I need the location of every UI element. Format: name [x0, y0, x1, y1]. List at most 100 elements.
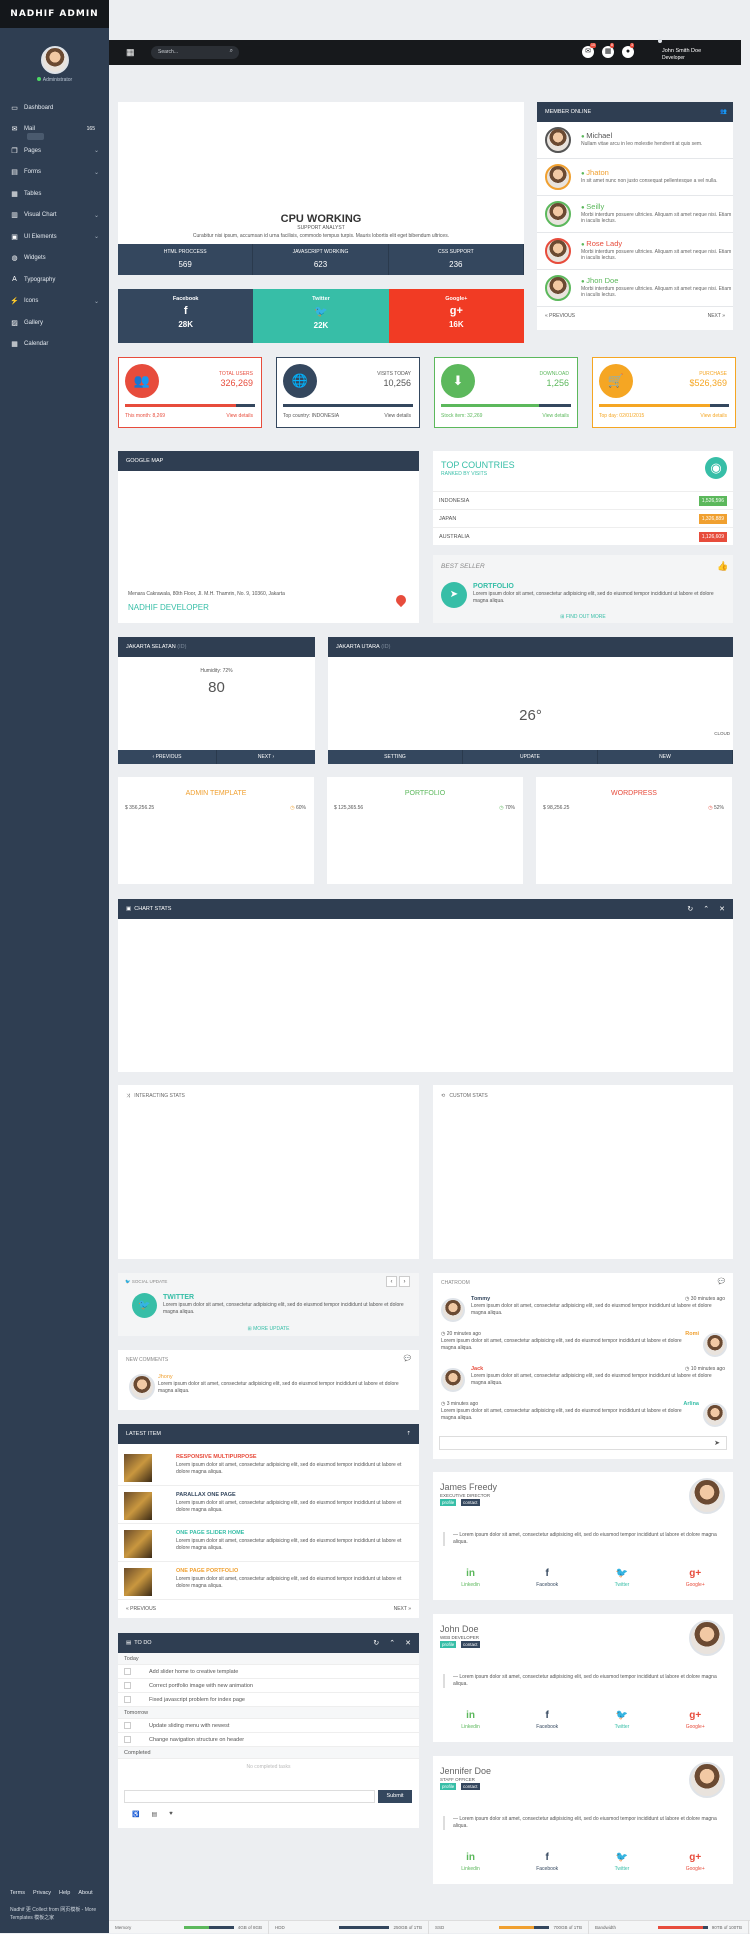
collapse-icon[interactable]: ⌃	[703, 905, 709, 913]
profile-social-twitter[interactable]: 🐦 Twitter	[615, 1852, 630, 1872]
sidebar-item-gallery[interactable]: ▨ Gallery	[0, 312, 109, 334]
weather2-tab-new[interactable]: NEW	[598, 750, 733, 764]
thumbs-up-icon[interactable]: 👍	[717, 561, 728, 572]
profile-social-linkedin[interactable]: in Linkedin	[461, 1568, 480, 1588]
profile-social-facebook[interactable]: f Facebook	[536, 1710, 558, 1730]
refresh-icon[interactable]: ↻	[687, 905, 693, 913]
map-pin-icon[interactable]	[393, 592, 409, 608]
member-item[interactable]: ● Jhaton In sit amet nunc non justo conse…	[537, 159, 733, 196]
profile-tag[interactable]: profile	[440, 1499, 457, 1506]
view-details-link[interactable]: View details	[226, 413, 253, 419]
profile-social-google[interactable]: g+ Google+	[686, 1568, 705, 1588]
contact-tag[interactable]: contact	[461, 1783, 480, 1790]
profile-tag[interactable]: profile	[440, 1783, 457, 1790]
profile-tag[interactable]: profile	[440, 1641, 457, 1648]
members-prev[interactable]: « PREVIOUS	[545, 313, 575, 319]
member-item[interactable]: ● Jhon Doe Morbi interdum posuere ultrici…	[537, 270, 733, 307]
search-input[interactable]: Search... ⌕	[151, 46, 239, 59]
view-details-link[interactable]: View details	[700, 413, 727, 419]
user-avatar[interactable]	[40, 46, 69, 74]
product-card[interactable]: PORTFOLIO $ 125,365.56 ◷ 70%	[327, 777, 523, 884]
file-icon[interactable]: ▤	[151, 1811, 157, 1818]
search-icon[interactable]: ⌕	[230, 48, 233, 55]
todo-item[interactable]: Change navigation structure on header	[118, 1733, 419, 1747]
profile-social-twitter[interactable]: 🐦 Twitter	[615, 1710, 630, 1730]
todo-submit-button[interactable]: Submit	[378, 1790, 412, 1803]
profile-social-facebook[interactable]: f Facebook	[536, 1852, 558, 1872]
profile-social-linkedin[interactable]: in Linkedin	[461, 1710, 480, 1730]
weather1-next[interactable]: NEXT ›	[217, 750, 315, 764]
contact-tag[interactable]: contact	[461, 1641, 480, 1648]
latest-item[interactable]: ONE PAGE PORTFOLIO Lorem ipsum dolor sit …	[118, 1564, 419, 1600]
sidebar-item-calendar[interactable]: ▦ Calendar	[0, 334, 109, 356]
profile-social-google[interactable]: g+ Google+	[686, 1710, 705, 1730]
todo-item[interactable]: Fixed javascript problem for index page	[118, 1693, 419, 1707]
todo-checkbox[interactable]	[124, 1682, 131, 1689]
member-item[interactable]: ● Seilly Morbi interdum posuere ultricies…	[537, 196, 733, 233]
profile-social-facebook[interactable]: f Facebook	[536, 1568, 558, 1588]
todo-item[interactable]: Add slider home to creative template	[118, 1665, 419, 1679]
todo-checkbox[interactable]	[124, 1736, 131, 1743]
footer-link-terms[interactable]: Terms	[10, 1890, 25, 1896]
todo-input[interactable]	[124, 1790, 375, 1803]
chat-input[interactable]: ➤	[439, 1436, 727, 1450]
social-google[interactable]: Google+ g+ 16K	[388, 289, 524, 343]
member-item[interactable]: ● Rose Lady Morbi interdum posuere ultric…	[537, 233, 733, 270]
stat-tile-total-users[interactable]: 👥 TOTAL USERS 326,269 This month: 8,269 View…	[118, 357, 262, 428]
profile-social-google[interactable]: g+ Google+	[686, 1852, 705, 1872]
pin-icon[interactable]: ⇡	[406, 1431, 411, 1437]
footer-link-privacy[interactable]: Privacy	[33, 1890, 51, 1896]
sidebar-item-typography[interactable]: A Typography	[0, 269, 109, 291]
top-user-avatar[interactable]	[658, 39, 662, 43]
social-facebook[interactable]: Facebook f 28K	[118, 289, 254, 343]
seller-link[interactable]: ⊞ FIND OUT MORE	[433, 614, 733, 620]
social-next-button[interactable]: ›	[399, 1276, 410, 1287]
grid-menu-icon[interactable]: ▦	[126, 48, 135, 57]
close-icon[interactable]: ✕	[719, 905, 725, 913]
latest-item[interactable]: PARALLAX ONE PAGE Lorem ipsum dolor sit a…	[118, 1488, 419, 1524]
todo-checkbox[interactable]	[124, 1696, 131, 1703]
view-details-link[interactable]: View details	[384, 413, 411, 419]
accessibility-icon[interactable]: ♿	[132, 1811, 139, 1818]
todo-checkbox[interactable]	[124, 1722, 131, 1729]
profile-social-twitter[interactable]: 🐦 Twitter	[615, 1568, 630, 1588]
latest-prev[interactable]: « PREVIOUS	[126, 1606, 156, 1612]
top-user-name[interactable]: John Smith Doe	[662, 48, 701, 54]
weather2-tab-update[interactable]: UPDATE	[463, 750, 598, 764]
latest-item[interactable]: RESPONSIVE MULTIPURPOSE Lorem ipsum dolor…	[118, 1450, 419, 1486]
todo-refresh-icon[interactable]: ↻	[373, 1639, 379, 1647]
footer-link-help[interactable]: Help	[59, 1890, 70, 1896]
latest-next[interactable]: NEXT »	[394, 1606, 411, 1612]
heart-icon[interactable]: ♥	[169, 1811, 173, 1818]
stat-tile-purchase[interactable]: 🛒 PURCHASE $526,369 Top day: 02/01/2015 View…	[592, 357, 736, 428]
todo-checkbox[interactable]	[124, 1668, 131, 1675]
todo-collapse-icon[interactable]: ⌃	[389, 1639, 395, 1647]
contact-tag[interactable]: contact	[461, 1499, 480, 1506]
product-card[interactable]: WORDPRESS $ 98,256.25 ◷ 52%	[536, 777, 732, 884]
weather1-prev[interactable]: ‹ PREVIOUS	[118, 750, 217, 764]
social-twitter[interactable]: Twitter 🐦 22K	[253, 289, 389, 343]
view-details-link[interactable]: View details	[542, 413, 569, 419]
calendar-icon[interactable]: ▦ 8	[602, 43, 614, 58]
stat-tile-download[interactable]: ⬇ DOWNLOAD 1,256 Stock item: 32,269 View det…	[434, 357, 578, 428]
member-item[interactable]: ● Michael Nullam vitae arcu in leo molest…	[537, 122, 733, 159]
sidebar-item-mail[interactable]: ✉ Mail 165	[0, 119, 109, 141]
sidebar-item-forms[interactable]: ▤ Forms ⌄	[0, 162, 109, 184]
social-prev-button[interactable]: ‹	[386, 1276, 397, 1287]
stat-tile-visits-today[interactable]: 🌐 VISITS TODAY 10,256 Top country: INDONESI…	[276, 357, 420, 428]
members-next[interactable]: NEXT »	[708, 313, 725, 319]
chat-send-icon[interactable]: ➤	[714, 1439, 720, 1447]
product-card[interactable]: ADMIN TEMPLATE $ 356,256.25 ◷ 60%	[118, 777, 314, 884]
mail-search-pill[interactable]	[27, 132, 44, 140]
sidebar-item-pages[interactable]: ❐ Pages ⌄	[0, 140, 109, 162]
profile-social-linkedin[interactable]: in Linkedin	[461, 1852, 480, 1872]
envelope-icon[interactable]: ✉ 10	[582, 43, 596, 58]
user-icon[interactable]: ● 3	[622, 43, 634, 58]
weather2-tab-setting[interactable]: SETTING	[328, 750, 463, 764]
sidebar-item-widgets[interactable]: ◍ Widgets	[0, 248, 109, 270]
sidebar-item-tables[interactable]: ▦ Tables	[0, 183, 109, 205]
sidebar-item-icons[interactable]: ⚡ Icons ⌄	[0, 291, 109, 313]
todo-close-icon[interactable]: ✕	[405, 1639, 411, 1647]
sidebar-item-ui-elements[interactable]: ▣ UI Elements ⌄	[0, 226, 109, 248]
footer-link-about[interactable]: About	[78, 1890, 92, 1896]
